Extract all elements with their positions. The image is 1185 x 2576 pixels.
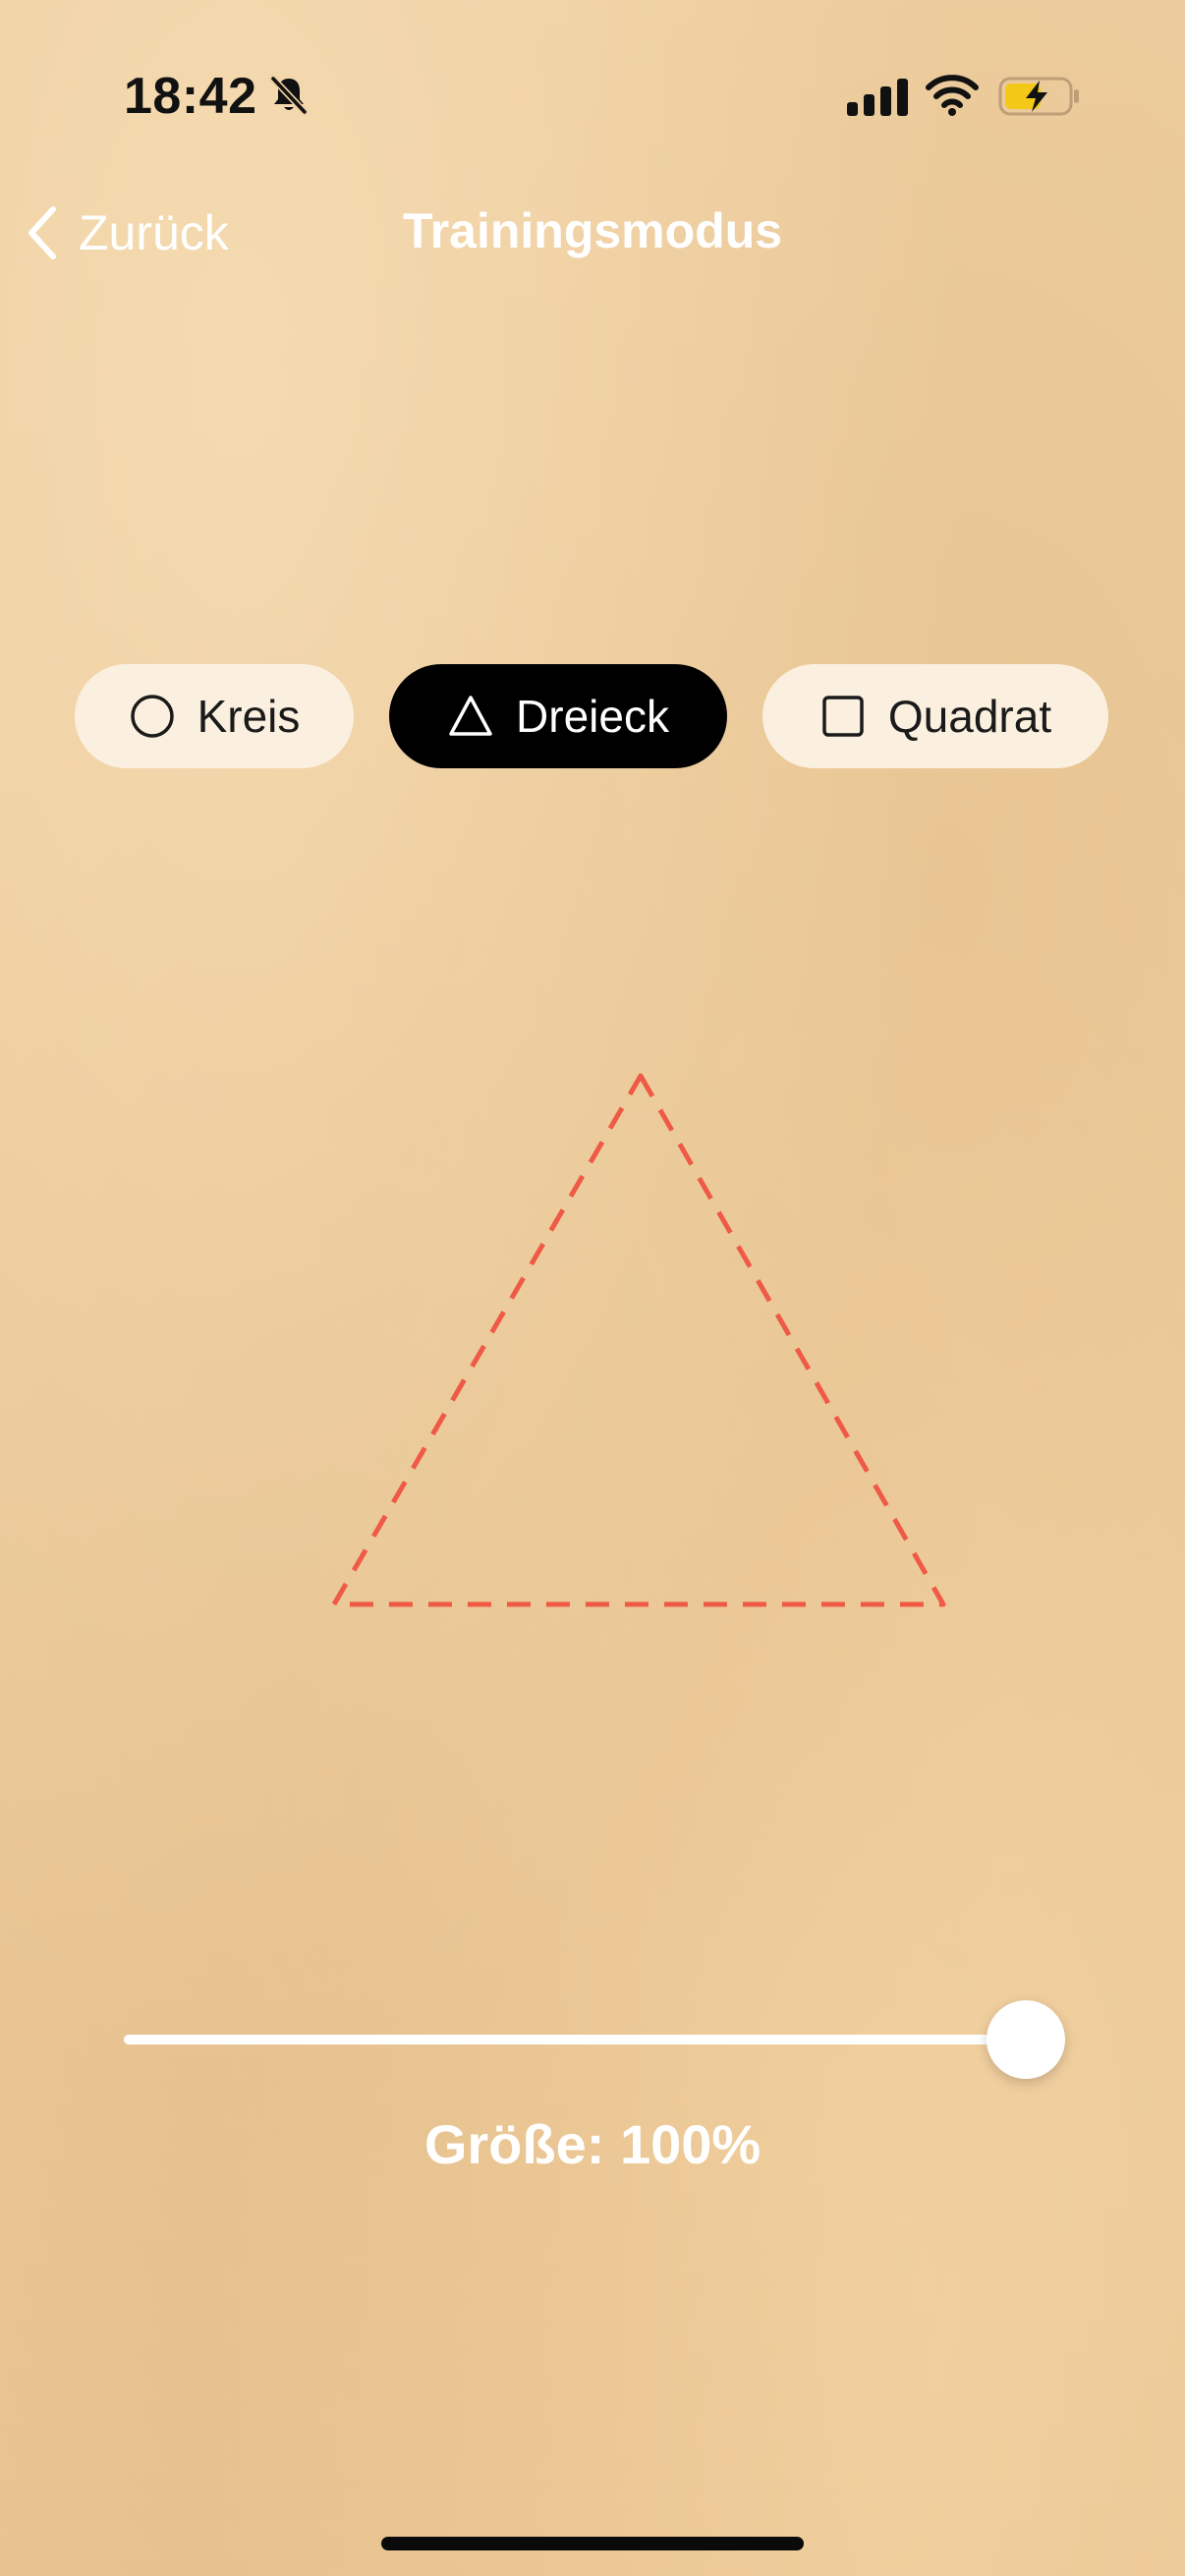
cellular-signal-icon	[847, 79, 908, 116]
status-bar: 18:42	[0, 0, 1185, 187]
slider-thumb[interactable]	[987, 2000, 1065, 2079]
shape-option-circle[interactable]: Kreis	[75, 664, 354, 768]
shape-option-square[interactable]: Quadrat	[762, 664, 1108, 768]
size-label: Größe: 100%	[423, 2113, 762, 2175]
home-indicator	[381, 2537, 804, 2550]
status-time: 18:42	[124, 68, 257, 125]
triangle-outline-icon	[449, 696, 492, 736]
shape-option-label: Dreieck	[516, 691, 669, 742]
navigation-bar: Zurück Trainingsmodus	[0, 187, 1185, 275]
shape-selector: Kreis Dreieck Quadrat	[0, 664, 1185, 768]
bell-slash-icon	[269, 75, 309, 116]
page-title: Trainingsmodus	[402, 203, 783, 258]
slider-fill	[124, 2035, 1026, 2044]
triangle-guide	[331, 1073, 946, 1607]
size-slider[interactable]	[124, 2000, 1065, 2079]
wifi-icon	[926, 75, 979, 116]
battery-charging-icon	[998, 77, 1079, 116]
circle-outline-icon	[130, 695, 174, 738]
shape-option-label: Quadrat	[887, 691, 1052, 742]
shape-option-label: Kreis	[197, 691, 301, 742]
shape-option-triangle[interactable]: Dreieck	[389, 664, 727, 768]
drawing-canvas[interactable]	[0, 982, 1185, 1729]
square-outline-icon	[822, 696, 864, 737]
